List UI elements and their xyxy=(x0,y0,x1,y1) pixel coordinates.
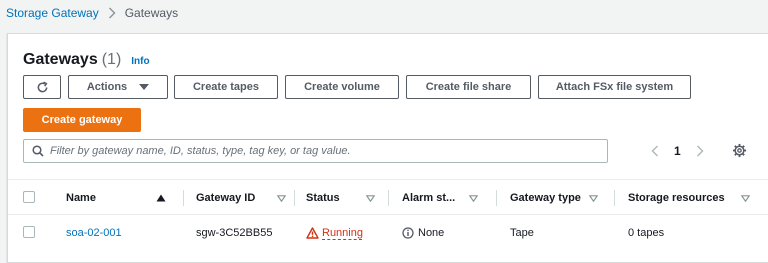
column-header-storage-resources[interactable]: Storage resources xyxy=(628,180,750,216)
refresh-icon xyxy=(36,80,49,94)
create-gateway-button[interactable]: Create gateway xyxy=(23,108,141,132)
table-header: Name Gateway ID Status Alarm st... Gatew… xyxy=(8,179,768,215)
gateways-table: Name Gateway ID Status Alarm st... Gatew… xyxy=(8,179,768,251)
refresh-button[interactable] xyxy=(23,75,61,99)
gateway-name-link[interactable]: soa-02-001 xyxy=(66,215,122,251)
chevron-left-icon[interactable] xyxy=(648,144,662,158)
gear-icon[interactable] xyxy=(732,143,747,158)
info-link[interactable]: Info xyxy=(131,56,149,67)
sort-icon xyxy=(277,194,286,202)
row-checkbox[interactable] xyxy=(23,226,35,238)
table-row[interactable]: soa-02-001 sgw-3C52BB55 Running None Tap… xyxy=(8,215,768,251)
chevron-right-icon xyxy=(108,7,116,19)
column-header-gateway-id[interactable]: Gateway ID xyxy=(196,180,286,216)
column-header-gateway-type[interactable]: Gateway type xyxy=(510,180,598,216)
search-box xyxy=(23,139,608,163)
gateway-id-cell: sgw-3C52BB55 xyxy=(196,227,273,239)
alarm-state-cell: None xyxy=(402,215,444,251)
sort-ascending-icon xyxy=(156,194,166,202)
column-header-alarm-state[interactable]: Alarm st... xyxy=(402,180,478,216)
sort-icon xyxy=(366,194,375,202)
gateway-type-cell: Tape xyxy=(510,227,534,239)
status-cell: Running xyxy=(306,215,363,251)
panel-header: Gateways (1) Info xyxy=(23,51,150,69)
sort-icon xyxy=(741,194,750,202)
sort-icon xyxy=(589,194,598,202)
page-number[interactable]: 1 xyxy=(674,144,681,158)
gateway-count: (1) xyxy=(101,51,122,68)
page-title: Gateways xyxy=(23,51,98,68)
column-divider xyxy=(614,190,615,206)
info-circle-icon xyxy=(402,227,414,239)
status-badge: Running xyxy=(306,227,363,239)
column-header-status[interactable]: Status xyxy=(306,180,375,216)
column-divider xyxy=(294,190,295,206)
storage-resources-cell: 0 tapes xyxy=(628,227,665,239)
warning-icon xyxy=(306,227,319,239)
breadcrumb-storage-gateway[interactable]: Storage Gateway xyxy=(6,6,99,20)
attach-fsx-button[interactable]: Attach FSx file system xyxy=(538,75,691,99)
breadcrumb: Storage Gateway Gateways xyxy=(6,5,178,21)
column-header-name[interactable]: Name xyxy=(66,180,166,216)
actions-label: Actions xyxy=(86,81,128,93)
breadcrumb-gateways: Gateways xyxy=(124,6,179,20)
pagination: 1 xyxy=(648,144,707,158)
gateways-panel: Gateways (1) Info Actions Create tapes C… xyxy=(7,33,768,263)
search-input[interactable] xyxy=(50,145,590,157)
create-tapes-button[interactable]: Create tapes xyxy=(174,75,278,99)
create-volume-button[interactable]: Create volume xyxy=(285,75,399,99)
caret-down-icon xyxy=(139,84,150,90)
sort-icon xyxy=(469,194,478,202)
create-file-share-button[interactable]: Create file share xyxy=(406,75,531,99)
search-icon xyxy=(32,145,44,157)
column-divider xyxy=(388,190,389,206)
column-divider xyxy=(496,190,497,206)
select-all-checkbox[interactable] xyxy=(23,191,35,203)
chevron-right-icon[interactable] xyxy=(693,144,707,158)
column-divider xyxy=(183,190,184,206)
actions-dropdown[interactable]: Actions xyxy=(68,75,168,99)
